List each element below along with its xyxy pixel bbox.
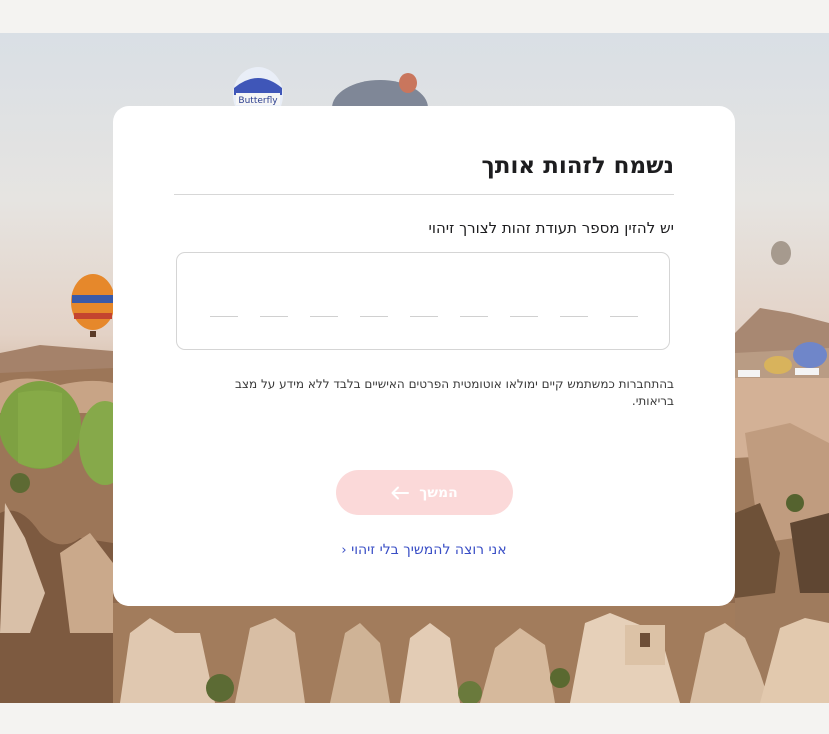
title-divider — [174, 194, 674, 195]
id-number-label: יש להזין מספר תעודת זהות לצורך זיהוי — [428, 219, 674, 237]
digit-slot[interactable] — [560, 316, 588, 317]
skip-label: אני רוצה להמשיך בלי זיהוי — [351, 542, 507, 558]
continue-without-id-link[interactable]: אני רוצה להמשיך בלי זיהוי ‹ — [113, 542, 735, 558]
balloon-brand-text: Butterfly — [238, 96, 278, 106]
digit-slot[interactable] — [510, 316, 538, 317]
chevron-left-icon: ‹ — [341, 543, 347, 558]
digit-slot[interactable] — [360, 316, 388, 317]
continue-label: המשך — [419, 484, 458, 501]
page-title: נשמח לזהות אותך — [481, 153, 675, 179]
identification-card: נשמח לזהות אותך יש להזין מספר תעודת זהות… — [113, 106, 735, 606]
digit-slot[interactable] — [210, 316, 238, 317]
digit-slot[interactable] — [410, 316, 438, 317]
digit-slot[interactable] — [260, 316, 288, 317]
top-bar — [0, 0, 829, 33]
bottom-bar — [0, 703, 829, 734]
privacy-note: בהתחברות כמשתמש קיים ימולאו אוטומטית הפר… — [234, 377, 674, 408]
digit-slot[interactable] — [310, 316, 338, 317]
digit-slot[interactable] — [460, 316, 488, 317]
arrow-left-icon — [391, 486, 410, 499]
id-number-input[interactable] — [176, 252, 670, 350]
digit-slot[interactable] — [610, 316, 638, 317]
continue-button[interactable]: המשך — [336, 470, 513, 515]
